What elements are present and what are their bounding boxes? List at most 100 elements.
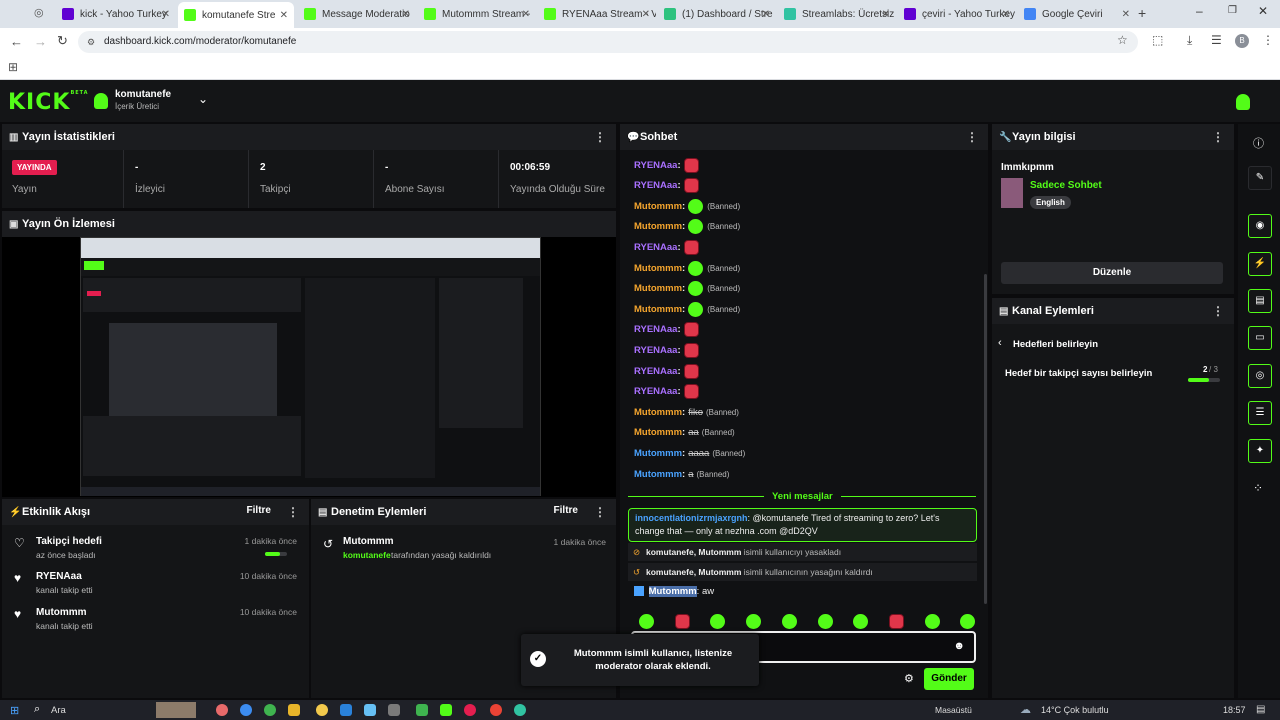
taskbar-app-icon[interactable] [316, 704, 328, 716]
info-icon[interactable]: ⓘ [1253, 135, 1264, 151]
rail-chat-button[interactable]: ▭ [1248, 326, 1272, 350]
browser-tab[interactable]: Streamlabs: Ücretsiz ✕ [778, 4, 896, 24]
message-user[interactable]: Mutommm [634, 201, 682, 212]
rail-document-button[interactable]: ▤ [1248, 289, 1272, 313]
message-user[interactable]: Mutommm [634, 469, 682, 480]
close-icon[interactable]: ✕ [882, 9, 890, 20]
emote-button[interactable] [925, 614, 940, 629]
chat-message[interactable]: RYENAaa: [634, 321, 703, 339]
message-user[interactable]: RYENAaa [634, 242, 677, 253]
taskbar-app-icon[interactable] [416, 704, 428, 716]
taskbar-app-icon[interactable] [440, 704, 452, 716]
site-info-icon[interactable]: ⚙ [87, 31, 95, 53]
back-icon[interactable]: ‹ [998, 337, 1002, 349]
audit-actor[interactable]: komutanefe [343, 550, 391, 560]
close-icon[interactable]: ✕ [162, 9, 170, 20]
taskbar-app-icon[interactable] [490, 704, 502, 716]
message-user[interactable]: Mutommm [634, 304, 682, 315]
emote-button[interactable] [853, 614, 868, 629]
chat-message[interactable]: Mutommm: aa (Banned) [634, 424, 735, 442]
weather-label[interactable]: 14°C Çok bulutlu [1041, 705, 1109, 715]
windows-start-icon[interactable]: ⊞ [10, 704, 19, 717]
user-avatar[interactable] [1236, 94, 1250, 110]
goal-label[interactable]: Hedef bir takipçi sayısı belirleyin [1005, 368, 1152, 379]
emote-button[interactable] [639, 614, 654, 629]
emote-button[interactable] [746, 614, 761, 629]
taskbar-app-icon[interactable] [464, 704, 476, 716]
message-user[interactable]: RYENAaa [634, 366, 677, 377]
close-icon[interactable]: ✕ [402, 9, 410, 20]
chat-message[interactable]: Mutommm: (Banned) [634, 259, 740, 277]
rail-list-button[interactable]: ☰ [1248, 401, 1272, 425]
message-user[interactable]: RYENAaa [634, 180, 677, 191]
chat-message[interactable]: Mutommm: a (Banned) [634, 465, 729, 483]
forward-icon[interactable]: → [34, 34, 47, 49]
chevron-down-icon[interactable]: ⌄ [198, 92, 208, 106]
close-window-icon[interactable]: ✕ [1258, 4, 1268, 18]
reading-list-icon[interactable]: ☰ [1211, 33, 1222, 47]
message-user[interactable]: RYENAaa [634, 345, 677, 356]
url-input[interactable]: ⚙ dashboard.kick.com/moderator/komutanef… [78, 31, 1138, 53]
chat-message[interactable]: Mutommm: aaaa (Banned) [634, 444, 745, 462]
taskbar-app-icon[interactable] [340, 704, 352, 716]
clock[interactable]: 18:57 [1223, 705, 1246, 715]
apps-grid-icon[interactable]: ⊞ [8, 60, 18, 74]
close-icon[interactable]: ✕ [642, 9, 650, 20]
chat-message[interactable]: Mutommm: (Banned) [634, 218, 740, 236]
taskbar-app-icon[interactable] [264, 704, 276, 716]
rail-edit-button[interactable]: ✎ [1248, 166, 1272, 190]
message-user[interactable]: RYENAaa [634, 160, 677, 171]
profile-avatar[interactable]: B [1235, 34, 1249, 48]
tab-search-icon[interactable]: ◎ [34, 6, 44, 19]
chat-settings-icon[interactable]: ⚙ [904, 672, 914, 685]
message-user[interactable]: Mutommm [634, 407, 682, 418]
chat-message[interactable]: Mutommm: (Banned) [634, 280, 740, 298]
back-icon[interactable]: ← [10, 34, 23, 49]
bookmark-star-icon[interactable]: ☆ [1117, 33, 1128, 47]
chat-message-list[interactable]: RYENAaa: RYENAaa: Mutommm: (Banned) Mutommm:… [620, 156, 980, 486]
extensions-icon[interactable]: ⬚ [1152, 33, 1163, 47]
reload-icon[interactable]: ↻ [57, 33, 68, 49]
close-icon[interactable]: ✕ [522, 9, 530, 20]
browser-tab[interactable]: çeviri - Yahoo Turkey ✕ [898, 4, 1016, 24]
emote-button[interactable] [818, 614, 833, 629]
highlighted-message[interactable]: innocentlationizrmjaxrgnh: @komutanefe T… [628, 508, 977, 542]
close-icon[interactable]: ✕ [280, 10, 288, 21]
emote-button[interactable] [675, 614, 690, 629]
category-link[interactable]: Sadece Sohbet [1030, 180, 1102, 191]
browser-tab[interactable]: (1) Dashboard / Stre ✕ [658, 4, 776, 24]
taskbar-search-icon[interactable]: ⌕ [34, 703, 40, 716]
browser-tab[interactable]: Message Moderatio ✕ [298, 4, 416, 24]
taskbar-app-icon[interactable] [388, 704, 400, 716]
rail-bolt-button[interactable]: ⚡ [1248, 252, 1272, 276]
taskbar-app-icon[interactable] [216, 704, 228, 716]
filter-button[interactable]: Filtre [554, 505, 578, 516]
chat-scrollbar[interactable] [984, 274, 987, 604]
message-user[interactable]: Mutommm [634, 427, 682, 438]
taskbar-app-icon[interactable] [288, 704, 300, 716]
download-icon[interactable]: ⤓ [1187, 33, 1192, 48]
chat-message[interactable]: RYENAaa: [634, 383, 703, 401]
send-button[interactable]: Gönder [924, 668, 974, 690]
activity-title[interactable]: Mutommm [36, 607, 87, 618]
rail-camera-button[interactable]: ◉ [1248, 214, 1272, 238]
browser-tab[interactable]: Google Çeviri ✕ [1018, 4, 1136, 24]
message-user[interactable]: Mutommm [634, 448, 682, 459]
more-options-icon[interactable]: ⋮ [966, 130, 978, 144]
channel-name[interactable]: komutanefe [115, 89, 171, 100]
taskbar-app-icon[interactable] [364, 704, 376, 716]
message-user[interactable]: innocentlationizrmjaxrgnh [635, 513, 748, 523]
more-options-icon[interactable]: ⋮ [287, 505, 299, 519]
show-desktop-label[interactable]: Masaüstü [935, 705, 972, 715]
taskbar-app-icon[interactable] [514, 704, 526, 716]
close-icon[interactable]: ✕ [1002, 9, 1010, 20]
browser-tab[interactable]: RYENAaa Stream - V ✕ [538, 4, 656, 24]
new-tab-icon[interactable]: + [1138, 5, 1146, 21]
browser-tab-active[interactable]: komutanefe Stre ✕ [178, 2, 294, 28]
message-user[interactable]: RYENAaa [634, 324, 677, 335]
maximize-icon[interactable]: ❐ [1228, 5, 1237, 16]
edit-button[interactable]: Düzenle [1001, 262, 1223, 284]
channel-avatar[interactable] [94, 93, 108, 109]
close-icon[interactable]: ✕ [762, 9, 770, 20]
browser-tab[interactable]: Mutommm Stream - ✕ [418, 4, 536, 24]
